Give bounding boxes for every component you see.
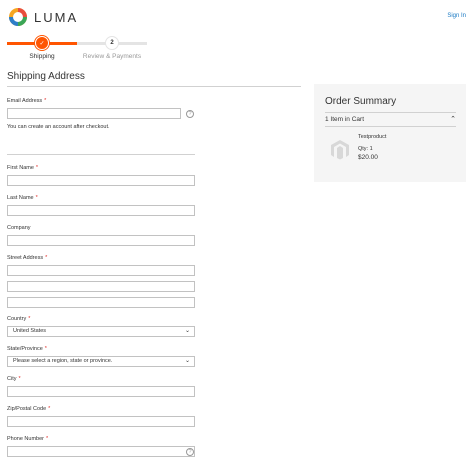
product-thumbnail-icon bbox=[331, 140, 349, 160]
required-mark: * bbox=[45, 255, 48, 261]
email-hint: You can create an account after checkout… bbox=[7, 124, 110, 130]
required-mark: * bbox=[28, 316, 31, 322]
step-review-number[interactable]: 2 bbox=[105, 36, 119, 50]
city-label: City * bbox=[7, 376, 21, 382]
email-label: Email Address * bbox=[7, 98, 47, 104]
phone-label: Phone Number * bbox=[7, 436, 49, 442]
order-summary-title: Order Summary bbox=[325, 96, 397, 107]
street-label: Street Address * bbox=[7, 255, 48, 261]
required-mark: * bbox=[44, 98, 47, 104]
street-line-1-field[interactable] bbox=[7, 265, 195, 276]
summary-divider bbox=[325, 126, 456, 127]
cart-count[interactable]: 1 Item in Cart bbox=[325, 116, 364, 123]
first-name-field[interactable] bbox=[7, 175, 195, 186]
state-value: Please select a region, state or provinc… bbox=[13, 358, 113, 364]
shipping-title: Shipping Address bbox=[7, 71, 85, 82]
product-qty: Qty: 1 bbox=[358, 146, 373, 152]
phone-field[interactable] bbox=[7, 446, 195, 457]
zip-field[interactable] bbox=[7, 416, 195, 427]
product-name: Testproduct bbox=[358, 134, 387, 140]
chevron-down-icon: ⌄ bbox=[184, 358, 190, 364]
summary-divider bbox=[325, 112, 456, 113]
first-name-label: First Name * bbox=[7, 165, 39, 171]
chevron-up-icon[interactable]: ⌃ bbox=[450, 115, 456, 123]
luma-logo[interactable]: LUMA bbox=[8, 7, 78, 27]
step-review-label[interactable]: Review & Payments bbox=[83, 53, 141, 60]
last-name-field[interactable] bbox=[7, 205, 195, 216]
product-price: $20.00 bbox=[358, 154, 378, 161]
brand-name: LUMA bbox=[34, 9, 79, 25]
company-label: Company bbox=[7, 225, 31, 231]
zip-label: Zip/Postal Code * bbox=[7, 406, 51, 412]
chevron-down-icon: ⌄ bbox=[184, 328, 190, 334]
required-mark: * bbox=[46, 436, 49, 442]
step-shipping-label: Shipping bbox=[29, 53, 55, 60]
city-field[interactable] bbox=[7, 386, 195, 397]
street-line-3-field[interactable] bbox=[7, 297, 195, 308]
state-label: State/Province * bbox=[7, 346, 47, 352]
sign-in-link[interactable]: Sign In bbox=[447, 13, 466, 19]
email-field[interactable] bbox=[7, 108, 181, 119]
required-mark: * bbox=[44, 346, 47, 352]
required-mark: * bbox=[48, 406, 51, 412]
step-shipping-check-icon: ✓ bbox=[35, 36, 49, 50]
order-summary: Order Summary 1 Item in Cart ⌃ Testprodu… bbox=[314, 84, 466, 182]
help-icon[interactable]: ? bbox=[186, 448, 194, 456]
required-mark: * bbox=[35, 165, 39, 171]
checkout-progress: ✓ 2 Shipping Review & Payments bbox=[7, 36, 147, 66]
company-field[interactable] bbox=[7, 235, 195, 246]
title-divider bbox=[7, 86, 301, 87]
required-mark: * bbox=[18, 376, 21, 382]
luma-logo-icon bbox=[9, 8, 27, 26]
country-label: Country * bbox=[7, 316, 31, 322]
last-name-label: Last Name * bbox=[7, 195, 38, 201]
street-line-2-field[interactable] bbox=[7, 281, 195, 292]
country-value: United States bbox=[13, 328, 47, 334]
help-icon[interactable]: ? bbox=[186, 110, 194, 118]
required-mark: * bbox=[35, 195, 38, 201]
country-select[interactable]: United States ⌄ bbox=[7, 326, 195, 337]
form-divider bbox=[7, 154, 195, 155]
state-select[interactable]: Please select a region, state or provinc… bbox=[7, 356, 195, 367]
